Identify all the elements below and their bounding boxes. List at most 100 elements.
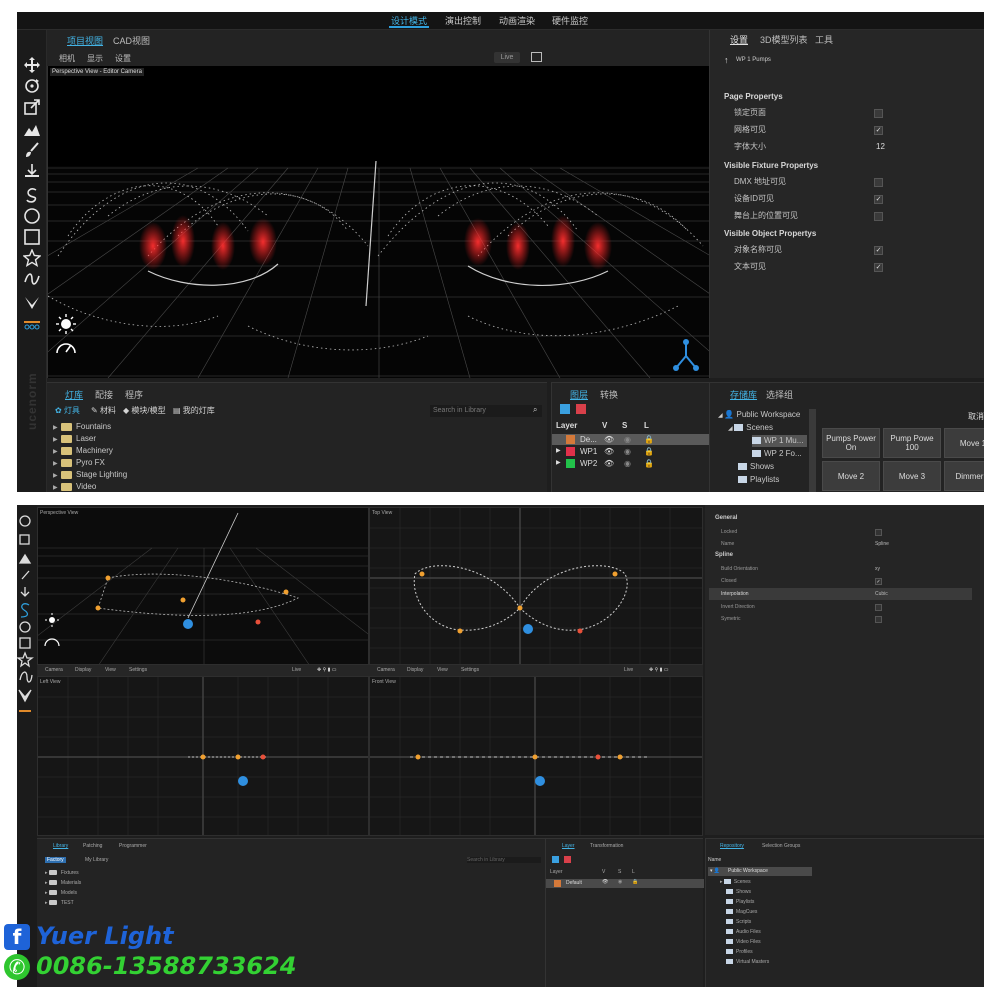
repo-scene-wp1[interactable]: WP 1 Mu... [752,435,808,447]
front-view[interactable]: Front View [369,676,703,836]
tab-repository[interactable]: Repository [720,843,744,849]
tab-show-control[interactable]: 演出控制 [445,14,481,27]
tree-item-stage-lighting[interactable]: ▶ Stage Lighting [53,469,127,480]
library-search-input[interactable]: Search in Library [467,857,541,863]
lock-icon[interactable]: 🔒 [644,458,654,469]
cancel-button[interactable]: 取消 [968,411,984,422]
locked-checkbox[interactable] [875,529,882,536]
cue-button-pump-power-100[interactable]: Pump Powe 100 [883,428,941,458]
move-icon[interactable] [23,56,41,74]
view-tools-icon[interactable]: ✥ ⚲ ▮ ▭ [649,665,669,676]
eye-icon[interactable]: 👁 [604,446,614,457]
add-layer-icon[interactable] [560,404,570,414]
star-icon[interactable] [22,248,42,268]
dmx-icon[interactable] [23,316,41,334]
tree-item-fixtures[interactable]: ▸ Fixtures [45,870,79,876]
paint-brush-icon[interactable] [23,141,41,159]
eye-icon[interactable]: 👁 [604,434,614,445]
live-button[interactable]: Live [292,665,301,676]
tab-programmer[interactable]: 程序 [125,388,143,401]
repo-public-workspace[interactable]: ▾ 👤 Public Workspace [708,867,812,876]
menu-display[interactable]: 显示 [87,53,103,64]
tab-cad-view[interactable]: CAD视图 [113,34,150,47]
menu-camera[interactable]: Camera [45,665,63,676]
tab-patching[interactable]: Patching [83,843,102,849]
symetric-checkbox[interactable] [875,616,882,623]
eye-icon[interactable]: 👁 [604,458,614,469]
subtab-materials[interactable]: ✎ 材料 [91,405,116,416]
repo-audio-files[interactable]: Audio Files [726,929,761,935]
tool-icons[interactable] [17,505,37,725]
tab-repository[interactable]: 存储库 [730,388,757,401]
tree-item-machinery[interactable]: ▶ Machinery [53,445,113,456]
repo-magcues[interactable]: MagCues [726,909,757,915]
solo-icon[interactable]: ◉ [624,458,631,469]
solo-icon[interactable]: ◉ [618,879,622,885]
wave-icon[interactable] [23,270,41,288]
tree-item-models[interactable]: ▸ Models [45,890,77,896]
subtab-factory[interactable]: Factory [45,857,66,863]
tab-settings[interactable]: 设置 [730,33,748,46]
search-icon[interactable]: ⌕ [533,405,537,415]
subtab-fixtures[interactable]: ✿ 灯具 [55,405,80,416]
delete-layer-icon[interactable] [564,856,571,863]
perspective-viewport[interactable]: Perspective View - Editor Camera [47,66,709,378]
layer-row-default[interactable]: Default 👁 ◉ 🔒 [546,879,704,888]
invert-direction-checkbox[interactable] [875,604,882,611]
repo-playlists[interactable]: Playlists [738,474,779,486]
layer-row-wp1[interactable]: ▶ WP1 👁 ◉ 🔒 [552,446,710,457]
repo-video-files[interactable]: Video Files [726,939,761,945]
closed-checkbox[interactable]: ✓ [875,578,882,585]
grid-visible-checkbox[interactable]: ✓ [874,126,883,135]
menu-view[interactable]: View [437,665,448,676]
tab-hardware-monitor[interactable]: 硬件监控 [552,14,588,27]
tab-layers[interactable]: 图层 [570,388,588,401]
tab-design-mode[interactable]: 设计模式 [388,14,430,28]
repo-shows[interactable]: Shows [726,889,751,895]
tab-programmer[interactable]: Programmer [119,843,147,849]
font-size-value[interactable]: 12 [876,140,885,154]
up-arrow-icon[interactable]: ↑ [724,55,729,65]
view-tools-icon[interactable]: ✥ ⚲ ▮ ▭ [317,665,337,676]
solo-icon[interactable]: ◉ [624,434,631,445]
lock-icon[interactable]: 🔒 [644,446,654,457]
spiral-icon[interactable] [23,186,41,204]
menu-display[interactable]: Display [75,665,91,676]
tree-item-test[interactable]: ▸ TEST [45,900,74,906]
text-visible-checkbox[interactable]: ✓ [874,263,883,272]
cue-button-move-1[interactable]: Move 1 [944,428,984,458]
repo-public-workspace[interactable]: ◢ 👤 Public Workspace [718,409,800,421]
maximize-icon[interactable] [531,52,542,62]
cue-button-move-3[interactable]: Move 3 [883,461,941,491]
object-name-checkbox[interactable]: ✓ [874,246,883,255]
menu-settings[interactable]: Settings [129,665,147,676]
tab-transform[interactable]: 转换 [600,388,618,401]
repo-virtual-masters[interactable]: Virtual Masters [726,959,769,965]
layer-row-wp2[interactable]: ▶ WP2 👁 ◉ 🔒 [552,458,710,469]
name-value[interactable]: Spline [875,538,889,550]
fountain-icon[interactable] [23,294,41,312]
cue-button-dimmer[interactable]: Dimmer F [944,461,984,491]
tab-selection-groups[interactable]: Selection Groups [762,843,800,849]
tree-item-materials[interactable]: ▸ Materials [45,880,81,886]
menu-settings[interactable]: 设置 [115,53,131,64]
live-button[interactable]: Live [624,665,633,676]
library-search-input[interactable]: Search in Library [430,405,542,417]
stage-position-checkbox[interactable] [874,212,883,221]
cue-button-pumps-power-on[interactable]: Pumps Power On [822,428,880,458]
solo-icon[interactable]: ◉ [624,446,631,457]
repo-playlists[interactable]: Playlists [726,899,754,905]
scale-icon[interactable] [23,98,41,116]
expand-arrow-icon[interactable]: ▶ [556,446,561,457]
tab-library[interactable]: 灯库 [65,388,83,401]
tab-selection-groups[interactable]: 选择组 [766,388,793,401]
build-orientation-value[interactable]: xy [875,563,880,575]
prop-interpolation[interactable]: Interpolation Cubic [709,588,972,600]
tab-tools[interactable]: 工具 [815,33,833,46]
repo-scene-wp2[interactable]: WP 2 Fo... [752,448,802,460]
tab-library[interactable]: Library [53,843,68,849]
tree-item-fountains[interactable]: ▶ Fountains [53,421,111,432]
tab-patching[interactable]: 配接 [95,388,113,401]
cue-button-move-2[interactable]: Move 2 [822,461,880,491]
menu-view[interactable]: View [105,665,116,676]
